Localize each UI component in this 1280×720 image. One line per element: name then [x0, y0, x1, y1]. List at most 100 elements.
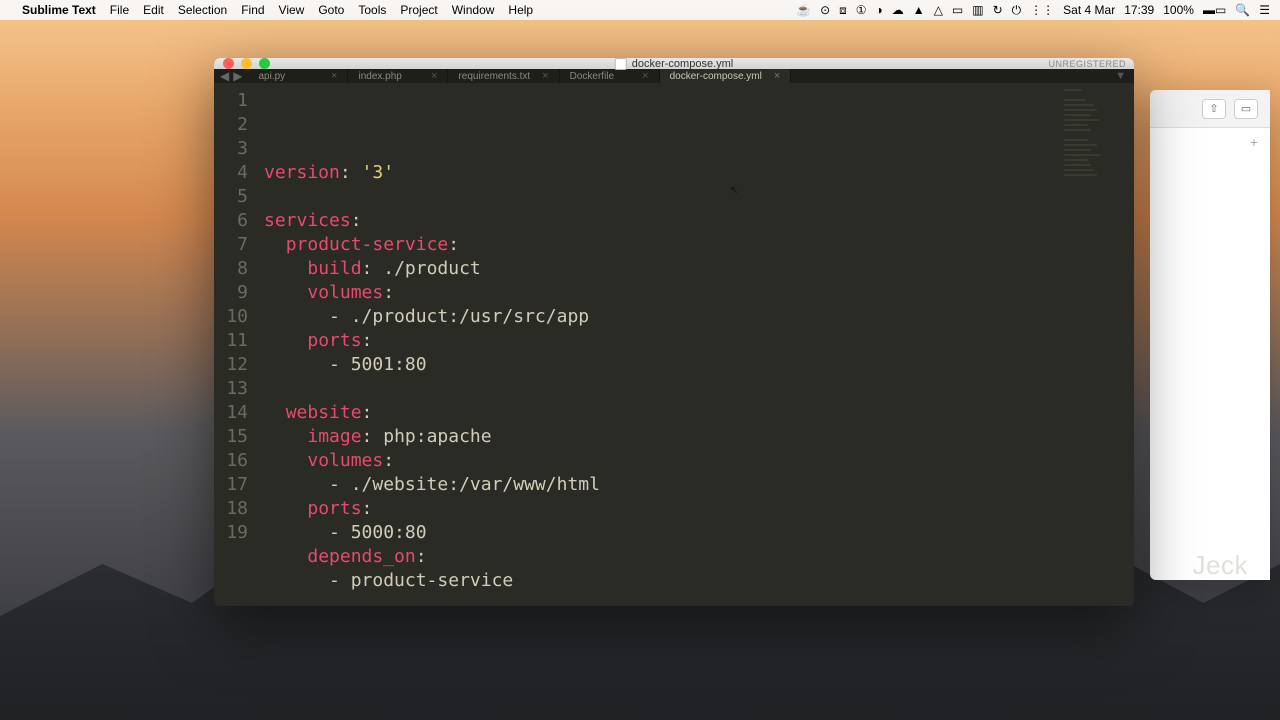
close-tab-icon[interactable]: × [542, 70, 548, 82]
line-number: 11 [214, 329, 248, 353]
dropbox-icon[interactable]: ⧈ [839, 3, 847, 18]
menulet-icon[interactable]: ⏻ [1012, 3, 1022, 18]
menulet-icon[interactable]: ⊙ [820, 3, 830, 17]
code-line[interactable]: ports: [264, 329, 1134, 353]
menulet-icon[interactable]: ① [856, 3, 867, 17]
menu-project[interactable]: Project [400, 3, 437, 17]
menu-view[interactable]: View [279, 3, 305, 17]
line-number: 2 [214, 113, 248, 137]
notifications-icon[interactable]: ☰ [1259, 3, 1270, 17]
window-title: docker-compose.yml [632, 58, 733, 70]
tab-requirements-txt[interactable]: requirements.txt × [448, 69, 559, 83]
code-line[interactable] [264, 377, 1134, 401]
nav-back-icon[interactable]: ◀ [220, 69, 229, 83]
background-text: Jeck [1193, 550, 1248, 581]
menubar-date[interactable]: Sat 4 Mar [1063, 3, 1115, 17]
code-line[interactable]: volumes: [264, 281, 1134, 305]
tab-label: api.py [258, 71, 285, 82]
code-line[interactable]: - product-service [264, 569, 1134, 593]
code-line[interactable]: services: [264, 209, 1134, 233]
close-tab-icon[interactable]: × [331, 70, 337, 82]
code-area[interactable]: version: '3' services: product-service: b… [256, 83, 1134, 606]
menulet-icon[interactable]: ▥ [972, 3, 983, 17]
tab-overflow-icon[interactable]: ▼ [1107, 69, 1134, 83]
menu-window[interactable]: Window [452, 3, 495, 17]
menulet-icon[interactable]: ☕ [796, 3, 811, 17]
code-line[interactable]: version: '3' [264, 161, 1134, 185]
tab-label: Dockerfile [570, 71, 614, 82]
menulet-icon[interactable]: ▭ [952, 3, 963, 17]
close-icon[interactable] [223, 58, 234, 69]
line-number: 8 [214, 257, 248, 281]
tab-label: requirements.txt [458, 71, 530, 82]
menu-find[interactable]: Find [241, 3, 264, 17]
tabs-icon[interactable]: ▭ [1234, 99, 1258, 119]
code-line[interactable]: image: php:apache [264, 425, 1134, 449]
background-finder-window[interactable]: ⇧ ▭ + [1150, 90, 1270, 580]
menu-goto[interactable]: Goto [318, 3, 344, 17]
line-number: 18 [214, 497, 248, 521]
share-icon[interactable]: ⇧ [1202, 99, 1226, 119]
wifi-icon[interactable]: ⋮⋮ [1030, 3, 1054, 17]
line-gutter: 12345678910111213141516171819 [214, 83, 256, 606]
code-line[interactable]: - ./product:/usr/src/app [264, 305, 1134, 329]
tab-bar: ◀ ▶ api.py×index.php×requirements.txt×Do… [214, 69, 1134, 83]
editor[interactable]: 12345678910111213141516171819 version: '… [214, 83, 1134, 606]
code-line[interactable]: ports: [264, 497, 1134, 521]
line-number: 3 [214, 137, 248, 161]
tab-api-py[interactable]: api.py × [248, 69, 348, 83]
menulet-icon[interactable]: △ [934, 3, 943, 17]
tab-index-php[interactable]: index.php × [348, 69, 448, 83]
code-line[interactable]: - 5000:80 [264, 521, 1134, 545]
code-line[interactable]: volumes: [264, 449, 1134, 473]
line-number: 17 [214, 473, 248, 497]
menu-help[interactable]: Help [508, 3, 533, 17]
code-line[interactable]: - 5001:80 [264, 353, 1134, 377]
unregistered-label: UNREGISTERED [1048, 59, 1126, 69]
line-number: 15 [214, 425, 248, 449]
app-menu[interactable]: Sublime Text [22, 3, 96, 17]
add-tab-icon[interactable]: + [1246, 134, 1262, 150]
window-titlebar[interactable]: docker-compose.yml UNREGISTERED [214, 58, 1134, 69]
line-number: 5 [214, 185, 248, 209]
close-tab-icon[interactable]: × [774, 70, 780, 82]
line-number: 4 [214, 161, 248, 185]
line-number: 12 [214, 353, 248, 377]
code-line[interactable] [264, 593, 1134, 606]
line-number: 19 [214, 521, 248, 545]
menu-selection[interactable]: Selection [178, 3, 227, 17]
menubar-battery[interactable]: 100% [1163, 3, 1194, 17]
menulet-icon[interactable]: ☁ [892, 3, 904, 17]
menulet-icon[interactable]: ↻ [993, 3, 1003, 17]
close-tab-icon[interactable]: × [431, 70, 437, 82]
tab-label: index.php [358, 71, 401, 82]
menulet-icon[interactable]: ▲ [913, 3, 925, 17]
code-line[interactable]: build: ./product [264, 257, 1134, 281]
file-icon [615, 58, 627, 70]
battery-icon[interactable]: ▬▭ [1203, 3, 1226, 17]
menubar-time[interactable]: 17:39 [1124, 3, 1154, 17]
spotlight-icon[interactable]: 🔍 [1235, 3, 1250, 17]
menulet-icon[interactable]: ◑ [876, 3, 883, 17]
tab-Dockerfile[interactable]: Dockerfile × [560, 69, 660, 83]
line-number: 6 [214, 209, 248, 233]
code-line[interactable] [264, 185, 1134, 209]
sublime-window: docker-compose.yml UNREGISTERED ◀ ▶ api.… [214, 58, 1134, 606]
tab-docker-compose-yml[interactable]: docker-compose.yml × [660, 69, 792, 83]
minimap[interactable] [1054, 83, 1134, 203]
close-tab-icon[interactable]: × [642, 70, 648, 82]
minimize-icon[interactable] [241, 58, 252, 69]
line-number: 1 [214, 89, 248, 113]
code-line[interactable]: depends_on: [264, 545, 1134, 569]
menu-file[interactable]: File [110, 3, 129, 17]
menu-tools[interactable]: Tools [358, 3, 386, 17]
line-number: 7 [214, 233, 248, 257]
nav-forward-icon[interactable]: ▶ [233, 69, 242, 83]
code-line[interactable]: - ./website:/var/www/html [264, 473, 1134, 497]
zoom-icon[interactable] [259, 58, 270, 69]
line-number: 9 [214, 281, 248, 305]
code-line[interactable]: website: [264, 401, 1134, 425]
tab-label: docker-compose.yml [670, 71, 762, 82]
menu-edit[interactable]: Edit [143, 3, 164, 17]
code-line[interactable]: product-service: [264, 233, 1134, 257]
